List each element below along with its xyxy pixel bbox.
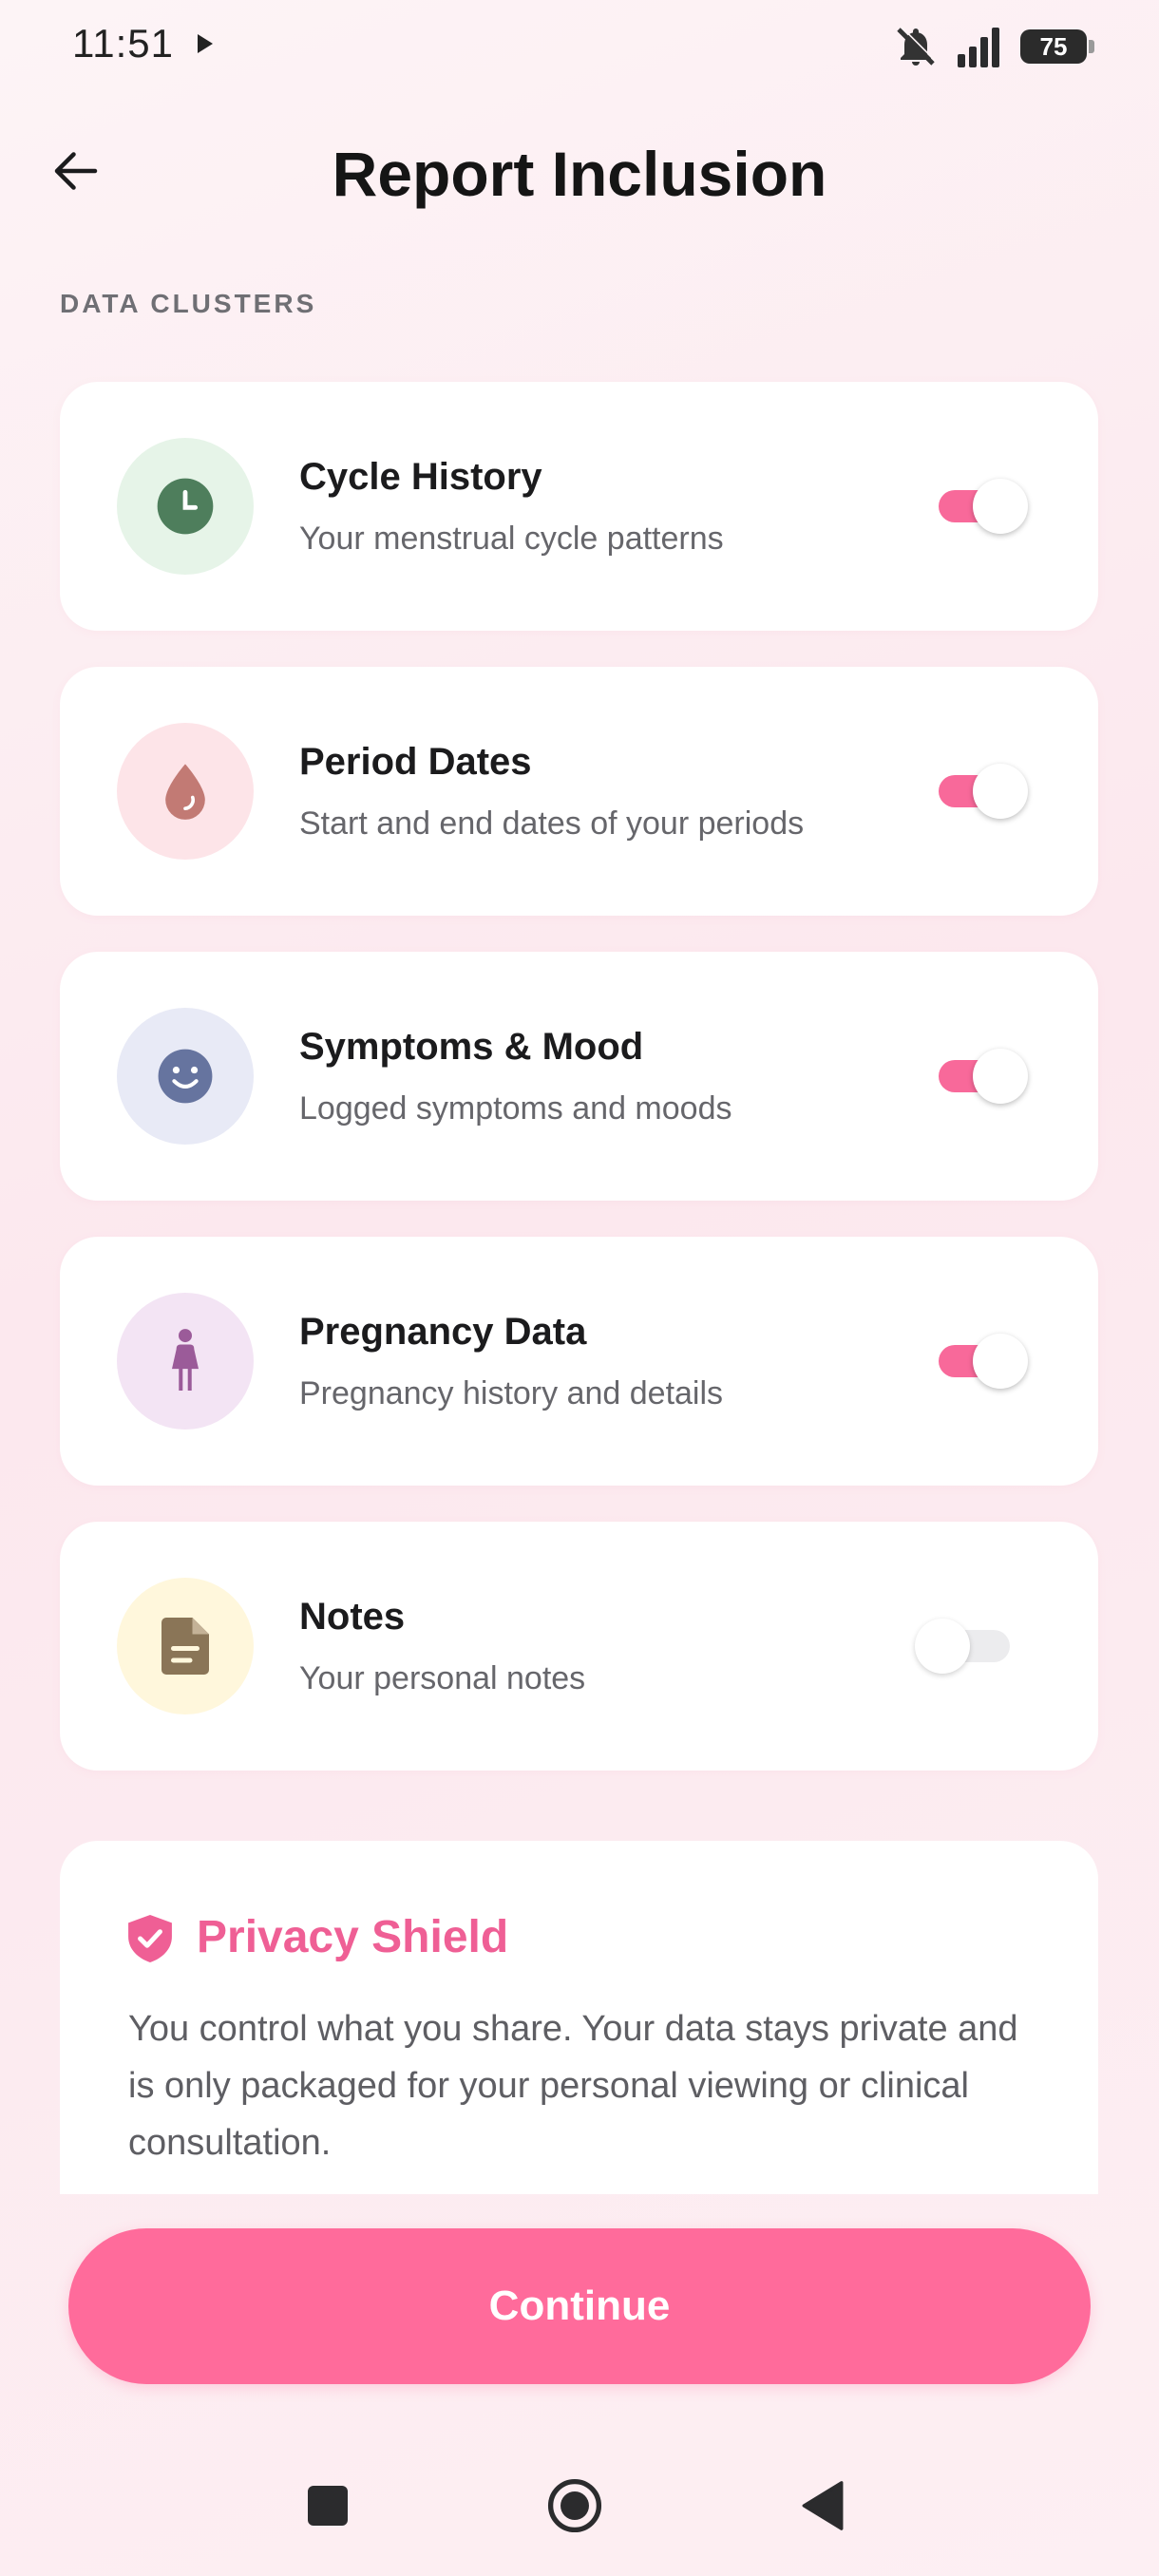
clock-icon [157, 478, 214, 535]
shield-check-icon [128, 1915, 172, 1962]
status-icons: 75 [893, 21, 1094, 72]
privacy-description: You control what you share. Your data st… [128, 2009, 1018, 2163]
cluster-subtitle: Your menstrual cycle patterns [299, 521, 724, 557]
toggle-knob [973, 764, 1028, 819]
notes-toggle[interactable] [915, 1619, 1010, 1674]
cluster-icon-badge [117, 1008, 254, 1145]
cluster-card-symptoms-mood: Symptoms & Mood Logged symptoms and mood… [60, 952, 1098, 1201]
notifications-muted-icon [897, 26, 937, 66]
home-button[interactable] [547, 2478, 602, 2533]
cluster-card-period-dates: Period Dates Start and end dates of your… [60, 667, 1098, 916]
cluster-subtitle: Pregnancy history and details [299, 1375, 724, 1411]
continue-button[interactable]: Continue [68, 2228, 1091, 2384]
system-back-button[interactable] [802, 2480, 844, 2531]
drop-icon [165, 764, 205, 820]
cluster-subtitle: Logged symptoms and moods [299, 1090, 732, 1127]
page-title: Report Inclusion [332, 139, 827, 209]
battery-indicator: 75 [1020, 29, 1094, 64]
battery-level: 75 [1039, 31, 1068, 61]
signal-icon [958, 28, 999, 67]
toggle-knob [973, 1049, 1028, 1104]
section-label: DATA CLUSTERS [60, 289, 317, 318]
cluster-title: Symptoms & Mood [299, 1026, 644, 1068]
back-button[interactable] [38, 133, 114, 209]
cycle-history-toggle[interactable] [939, 479, 1028, 534]
recent-apps-button[interactable] [308, 2486, 348, 2526]
pregnancy-data-toggle[interactable] [939, 1334, 1028, 1389]
cluster-card-cycle-history: Cycle History Your menstrual cycle patte… [60, 382, 1098, 631]
cluster-icon-badge [117, 1293, 254, 1430]
document-icon [162, 1618, 209, 1675]
status-time: 11:51 [72, 21, 174, 66]
period-dates-toggle[interactable] [939, 764, 1028, 819]
arrow-left-icon [54, 152, 98, 190]
toggle-knob [973, 479, 1028, 534]
media-playing-icon [198, 34, 213, 53]
symptoms-mood-toggle[interactable] [939, 1049, 1028, 1104]
cluster-title: Notes [299, 1596, 406, 1638]
privacy-title: Privacy Shield [197, 1912, 509, 1962]
cluster-title: Pregnancy Data [299, 1311, 587, 1353]
pregnant-woman-icon [172, 1329, 199, 1391]
cluster-title: Period Dates [299, 741, 532, 783]
cluster-icon-badge [117, 723, 254, 860]
cluster-icon-badge [117, 1578, 254, 1714]
cluster-subtitle: Start and end dates of your periods [299, 805, 805, 842]
cluster-title: Cycle History [299, 456, 542, 498]
smiley-icon [158, 1049, 213, 1104]
cluster-card-notes: Notes Your personal notes [60, 1522, 1098, 1771]
toggle-knob [915, 1619, 970, 1674]
cluster-icon-badge [117, 438, 254, 575]
privacy-shield-card: Privacy Shield You control what you shar… [60, 1841, 1098, 2194]
toggle-knob [973, 1334, 1028, 1389]
cluster-card-pregnancy-data: Pregnancy Data Pregnancy history and det… [60, 1237, 1098, 1486]
cluster-subtitle: Your personal notes [299, 1660, 586, 1696]
